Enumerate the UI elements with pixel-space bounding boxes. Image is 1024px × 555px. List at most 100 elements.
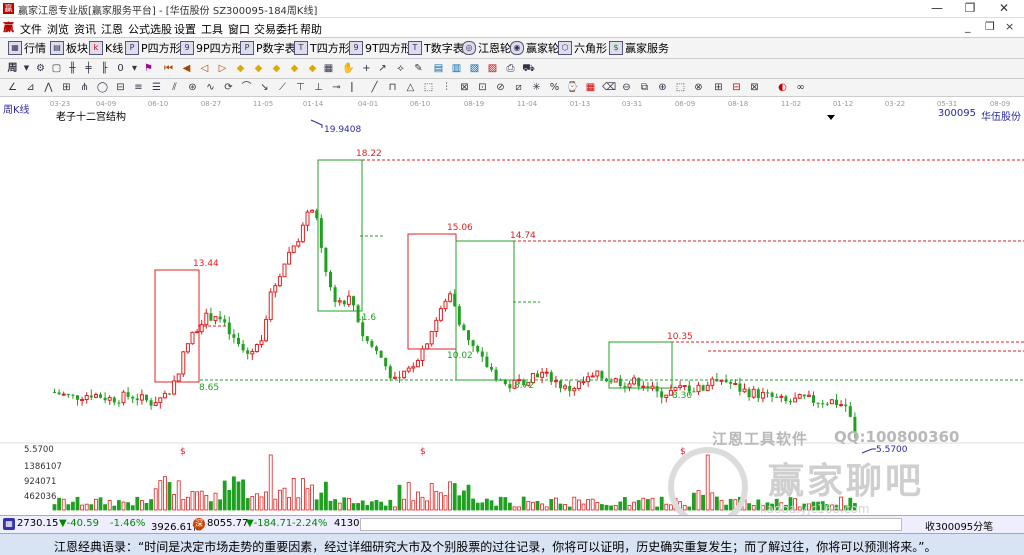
calendar-icon[interactable]: ▦ [584,81,597,94]
period-icon[interactable]: ⊓ [386,81,399,94]
zoom-out-icon[interactable]: ⊟ [730,81,743,94]
erase-icon[interactable]: ⌫ [602,81,616,94]
lock-icon[interactable]: ⊖ [620,81,633,94]
minimize-button[interactable]: — [921,0,953,17]
menu-tools[interactable]: 工具 [201,21,223,37]
zero-icon[interactable]: 0 [114,62,127,75]
note-icon[interactable]: ▨ [486,62,499,75]
wave-icon[interactable]: ∿ [204,81,217,94]
hand-icon[interactable]: ✋ [342,62,355,75]
hide-icon[interactable]: ⊗ [692,81,705,94]
sz-index-icon[interactable]: 深 [193,518,205,530]
close-button[interactable]: ✕ [988,0,1020,17]
speed-icon[interactable]: ⟋ [276,81,289,94]
hexagon-button[interactable]: ⬡ 六角形 [558,40,607,56]
gann-wheel-button[interactable]: ◎ 江恩轮 [462,40,511,56]
period-dropdown-icon[interactable]: ▼ [20,62,33,75]
flag-icon[interactable]: ⚑ [142,62,155,75]
spiral-icon[interactable]: ⊛ [186,81,199,94]
9p-square-button[interactable]: 9 9P四方形 [180,40,243,56]
prev-page-icon[interactable]: ◀ [180,62,193,75]
paste-icon[interactable]: ⊕ [656,81,669,94]
cube-icon[interactable]: ⬚ [422,81,435,94]
split-icon[interactable]: ⊘ [494,81,507,94]
winner-service-button[interactable]: $ 赢家服务 [609,40,669,56]
clock-icon[interactable]: ⌚ [566,81,579,94]
menu-help[interactable]: 帮助 [300,21,322,37]
ray-icon[interactable]: ↘ [258,81,271,94]
t-square-button[interactable]: T T四方形 [294,40,350,56]
quotes-button[interactable]: ▦ 行情 [8,40,46,56]
print-icon[interactable]: ⎙ [504,62,517,75]
table-icon[interactable]: ▤ [432,62,445,75]
chevron-down-icon[interactable] [827,115,835,120]
fan-icon[interactable]: ⋀ [42,81,55,94]
infinity-icon[interactable]: ∞ [794,81,807,94]
candle-up-icon[interactable]: ╪ [82,62,95,75]
grid-tool-icon[interactable]: ⊟ [114,81,127,94]
kline-chart[interactable]: 03-23 04-09 06-10 08-27 11-05 01-14 04-01 06-10… [0,97,1024,527]
book-icon[interactable]: ▥ [450,62,463,75]
sectors-button[interactable]: ▤ 板块 [50,40,88,56]
horizontal-scrollbar[interactable] [360,518,902,531]
shapes-icon[interactable]: ⟡ [394,62,407,75]
menu-trade[interactable]: 交易委托 [254,21,298,37]
level-icon[interactable]: ≡ [132,81,145,94]
color-icon[interactable]: ◐ [776,81,789,94]
select-icon[interactable]: ⬚ [674,81,687,94]
first-icon[interactable]: ⏮ [162,62,175,75]
line-tool-icon[interactable]: ↗ [376,62,389,75]
next-icon[interactable]: ▷ [216,62,229,75]
cross-icon[interactable]: + [360,62,373,75]
fork-icon[interactable]: ⋔ [78,81,91,94]
brush-icon[interactable]: ✎ [412,62,425,75]
menu-window[interactable]: 窗口 [228,21,250,37]
zoom-in-icon[interactable]: ⊞ [712,81,725,94]
star-icon[interactable]: ✳ [530,81,543,94]
diamond-icon-3[interactable]: ◆ [270,62,283,75]
fit-icon[interactable]: ⊠ [748,81,761,94]
pin-icon[interactable]: ⊸ [330,81,343,94]
diamond-icon-5[interactable]: ◆ [306,62,319,75]
menu-file[interactable]: 文件 [20,21,42,37]
square-icon[interactable]: ▢ [50,62,63,75]
text-tool-icon[interactable]: ⊤ [294,81,307,94]
diag-icon[interactable]: ⧄ [512,81,525,94]
trend-icon[interactable]: ╱ [368,81,381,94]
kline-button[interactable]: k K线 [89,40,123,56]
diamond-icon-1[interactable]: ◆ [234,62,247,75]
period-selector[interactable]: 周 [6,62,19,75]
triangle-icon[interactable]: △ [404,81,417,94]
vline-icon[interactable]: ⎸ [350,81,363,94]
car-icon[interactable]: ⛟ [522,62,535,75]
cycle-icon[interactable]: ⟳ [222,81,235,94]
diamond-icon-4[interactable]: ◆ [288,62,301,75]
calc-icon[interactable]: ▧ [468,62,481,75]
mdi-close-button[interactable]: × [1005,20,1014,33]
copy-icon[interactable]: ⧉ [638,81,651,94]
arrow-down-icon[interactable]: ▾ [128,62,141,75]
menu-gann[interactable]: 江恩 [101,21,123,37]
menu-formula[interactable]: 公式选股 [128,21,172,37]
9t-square-button[interactable]: 9 9T四方形 [349,40,412,56]
grid-small-icon[interactable]: ▦ [322,62,335,75]
angle-tool-icon-1[interactable]: ∠ [6,81,19,94]
p-table-button[interactable]: P P数字表 [240,40,296,56]
steps-icon[interactable]: ⫶ [440,81,453,94]
mark-icon[interactable]: ⊥ [312,81,325,94]
arc-icon[interactable]: ⌒ [240,81,253,94]
circle-tool-icon[interactable]: ◯ [96,81,109,94]
square9-icon[interactable]: ⊡ [476,81,489,94]
menu-settings[interactable]: 设置 [174,21,196,37]
percent-icon[interactable]: % [548,81,561,94]
bar-icon[interactable]: ╟ [98,62,111,75]
p-square-button[interactable]: P P四方形 [125,40,181,56]
winner-wheel-button[interactable]: ◉ 赢家轮 [510,40,559,56]
fib-icon[interactable]: ☰ [150,81,163,94]
prev-icon[interactable]: ◁ [198,62,211,75]
box-icon[interactable]: ⊞ [60,81,73,94]
diamond-icon-2[interactable]: ◆ [252,62,265,75]
mdi-minimize-button[interactable]: _ [965,20,971,33]
gear-icon[interactable]: ⚙ [34,62,47,75]
menu-info[interactable]: 资讯 [74,21,96,37]
